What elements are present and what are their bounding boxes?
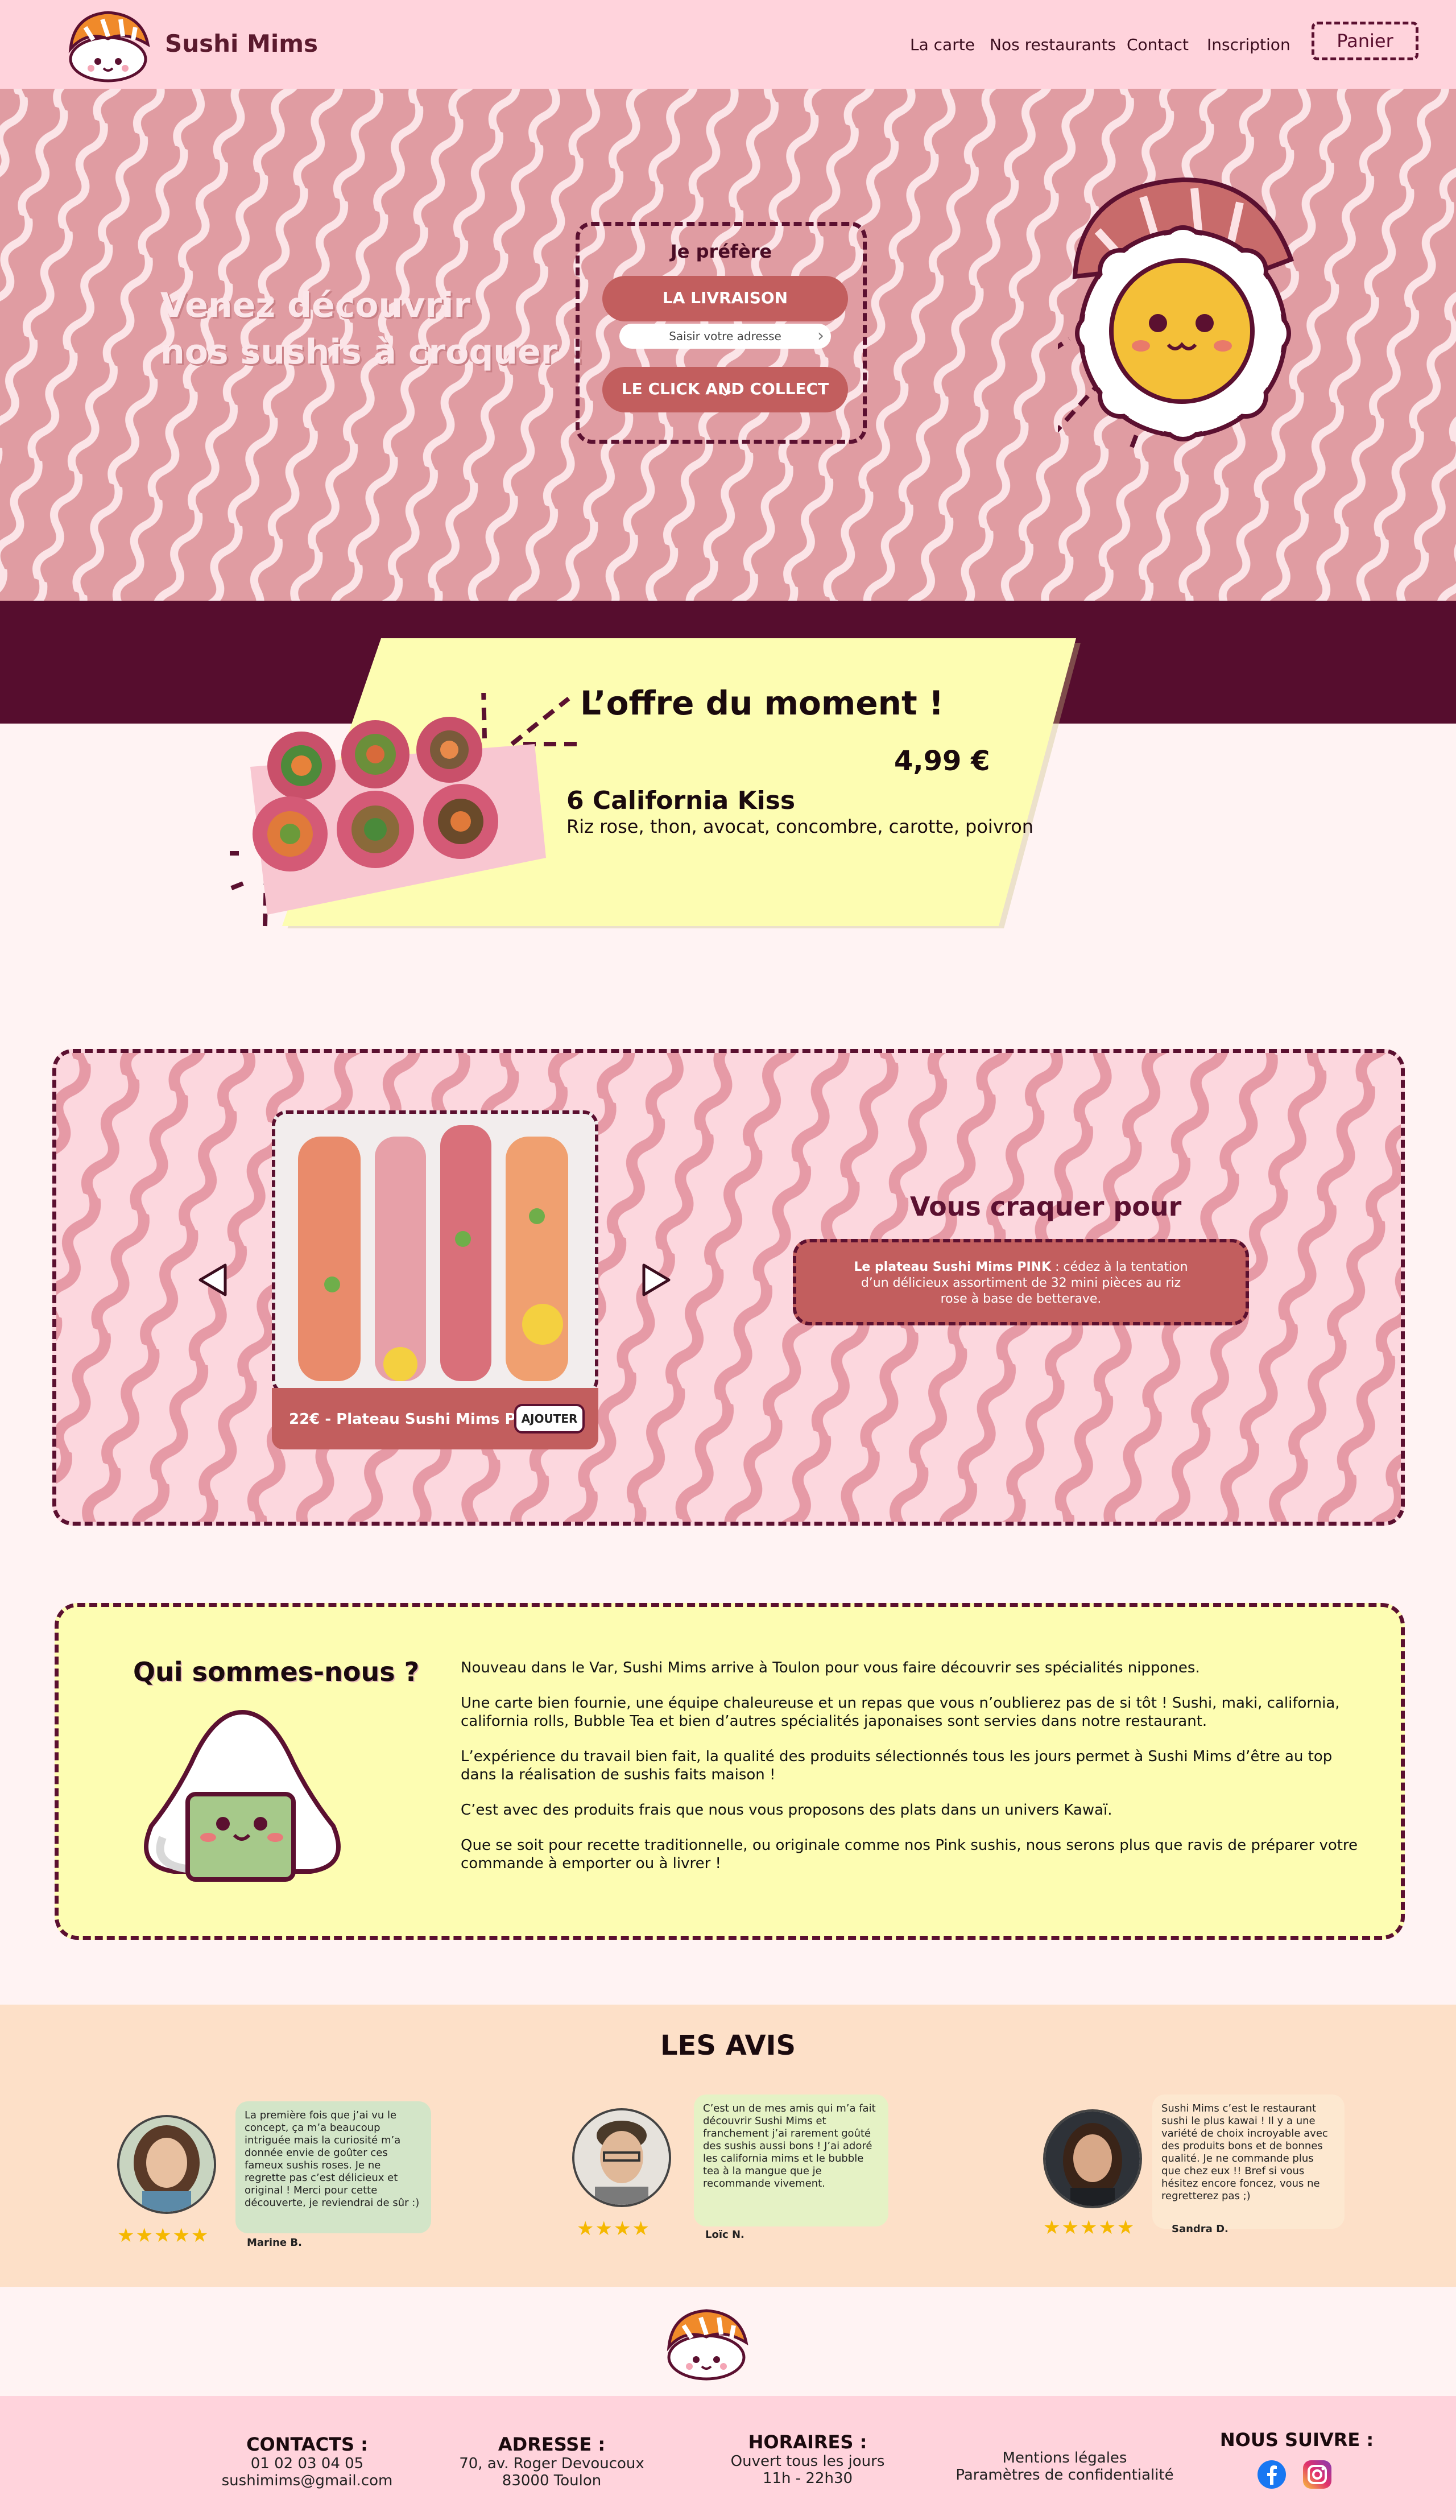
order-choice-box: Je préfère LA LIVRAISON Saisir votre adr… xyxy=(576,222,867,444)
footer-legal: Mentions légales Paramètres de confident… xyxy=(938,2449,1191,2484)
sushi-mims-logo[interactable] xyxy=(57,5,159,84)
review-bubble: La première fois que j’ai vu le concept,… xyxy=(235,2101,431,2233)
footer-address-line2: 83000 Toulon xyxy=(502,2472,602,2489)
review-bubble: Sushi Mims c’est le restaurant sushi le … xyxy=(1152,2095,1345,2229)
reviewer-name: Loïc N. xyxy=(705,2229,744,2241)
follow-title: NOUS SUIVRE : xyxy=(1219,2429,1374,2451)
delivery-button[interactable]: LA LIVRAISON xyxy=(602,276,848,321)
crave-title: Vous craquer pour xyxy=(910,1191,1182,1222)
avatar xyxy=(117,2115,216,2214)
footer-hours-line2: 11h - 22h30 xyxy=(762,2470,853,2487)
crave-description: Le plateau Sushi Mims PINK : cédez à la … xyxy=(793,1239,1249,1325)
offer-product-name[interactable]: 6 California Kiss xyxy=(566,786,795,815)
arrow-right-icon[interactable] xyxy=(639,1262,673,1298)
reviews-title: LES AVIS xyxy=(660,2030,796,2062)
arrow-left-icon[interactable] xyxy=(196,1262,230,1298)
about-paragraph-3: L’expérience du travail bien fait, la qu… xyxy=(461,1748,1333,1783)
footer-hours-line1: Ouvert tous les jours xyxy=(730,2453,885,2470)
hero-title: Venez découvrir nos sushis à croquer ! xyxy=(160,282,585,375)
offer-price: 4,99 € xyxy=(894,745,990,777)
nav-contact[interactable]: Contact xyxy=(1127,35,1189,54)
sushi-mims-logo[interactable] xyxy=(655,2303,758,2382)
address-placeholder: Saisir votre adresse xyxy=(669,329,781,343)
carousel-slide[interactable]: 22€ - Plateau Sushi Mims PINK AJOUTER xyxy=(272,1110,598,1449)
chevron-right-icon[interactable]: › xyxy=(817,324,824,349)
site-header: Sushi Mims La carte Nos restaurants Cont… xyxy=(0,0,1456,89)
avatar xyxy=(1043,2109,1142,2208)
star-rating: ★★★★★ xyxy=(1043,2216,1136,2239)
nav-inscription[interactable]: Inscription xyxy=(1207,35,1290,54)
footer-phone[interactable]: 01 02 03 04 05 xyxy=(171,2455,444,2472)
footer-address-line1: 70, av. Roger Devoucoux xyxy=(459,2455,644,2472)
hero-section: Venez découvrir nos sushis à croquer ! J… xyxy=(0,89,1456,601)
hours-title: HORAIRES : xyxy=(748,2431,867,2453)
offer-title: L’offre du moment ! xyxy=(580,684,944,722)
footer-hours: HORAIRES : Ouvert tous les jours 11h - 2… xyxy=(694,2431,921,2487)
click-collect-button[interactable]: LE CLICK AND COLLECT ﹀ xyxy=(602,367,848,412)
address-input[interactable]: Saisir votre adresse › xyxy=(619,324,831,349)
review-bubble: C’est un de mes amis qui m’a fait découv… xyxy=(694,2095,888,2226)
choice-title: Je préfère xyxy=(670,241,772,262)
slide-caption-text: 22€ - Plateau Sushi Mims PINK xyxy=(289,1411,545,1428)
reviewer-name: Marine B. xyxy=(247,2237,302,2249)
contacts-title: CONTACTS : xyxy=(246,2434,368,2455)
instagram-icon[interactable] xyxy=(1302,2460,1332,2489)
footer-contacts: CONTACTS : 01 02 03 04 05 sushimims@gmai… xyxy=(171,2434,444,2489)
footer-email[interactable]: sushimims@gmail.com xyxy=(171,2472,444,2489)
about-paragraph-1: Nouveau dans le Var, Sushi Mims arrive à… xyxy=(461,1659,1200,1676)
star-rating: ★★★★★ xyxy=(117,2224,210,2247)
about-paragraph-4: C’est avec des produits frais que nous v… xyxy=(461,1802,1112,1819)
site-footer: CONTACTS : 01 02 03 04 05 sushimims@gmai… xyxy=(0,2396,1456,2520)
about-title: Qui sommes-nous ? xyxy=(133,1656,420,1687)
nav-nos-restaurants[interactable]: Nos restaurants xyxy=(990,35,1116,54)
about-paragraph-5: Que se soit pour recette traditionnelle,… xyxy=(461,1837,1358,1872)
reviewer-name: Sandra D. xyxy=(1172,2223,1228,2235)
basket-button[interactable]: Panier xyxy=(1312,22,1418,60)
footer-address: ADRESSE : 70, av. Roger Devoucoux 83000 … xyxy=(438,2434,665,2489)
footer-social: NOUS SUIVRE : xyxy=(1211,2429,1382,2451)
avatar xyxy=(572,2108,671,2207)
nav-la-carte[interactable]: La carte xyxy=(910,35,975,54)
privacy-link[interactable]: Paramètres de confidentialité xyxy=(938,2467,1191,2484)
chevron-down-icon: ﹀ xyxy=(718,391,731,405)
star-rating: ★★★★ xyxy=(577,2217,651,2240)
hero-title-line2: nos sushis à croquer ! xyxy=(160,332,585,372)
sushi-platter-image xyxy=(272,1110,598,1395)
egg-sushi-mascot xyxy=(1058,177,1294,448)
about-text: Nouveau dans le Var, Sushi Mims arrive à… xyxy=(461,1659,1359,1890)
address-title: ADRESSE : xyxy=(498,2434,606,2455)
add-to-cart-button[interactable]: AJOUTER xyxy=(514,1404,585,1433)
brand-name[interactable]: Sushi Mims xyxy=(165,30,318,57)
offer-description: Riz rose, thon, avocat, concombre, carot… xyxy=(566,816,1034,837)
facebook-icon[interactable] xyxy=(1257,2460,1287,2489)
onigiri-mascot xyxy=(144,1709,341,1882)
slide-caption: 22€ - Plateau Sushi Mims PINK AJOUTER xyxy=(272,1388,598,1449)
legal-link[interactable]: Mentions légales xyxy=(938,2449,1191,2467)
about-paragraph-2: Une carte bien fournie, une équipe chale… xyxy=(461,1695,1340,1730)
hero-title-line1: Venez découvrir xyxy=(160,286,471,325)
california-roll-image xyxy=(228,693,580,927)
